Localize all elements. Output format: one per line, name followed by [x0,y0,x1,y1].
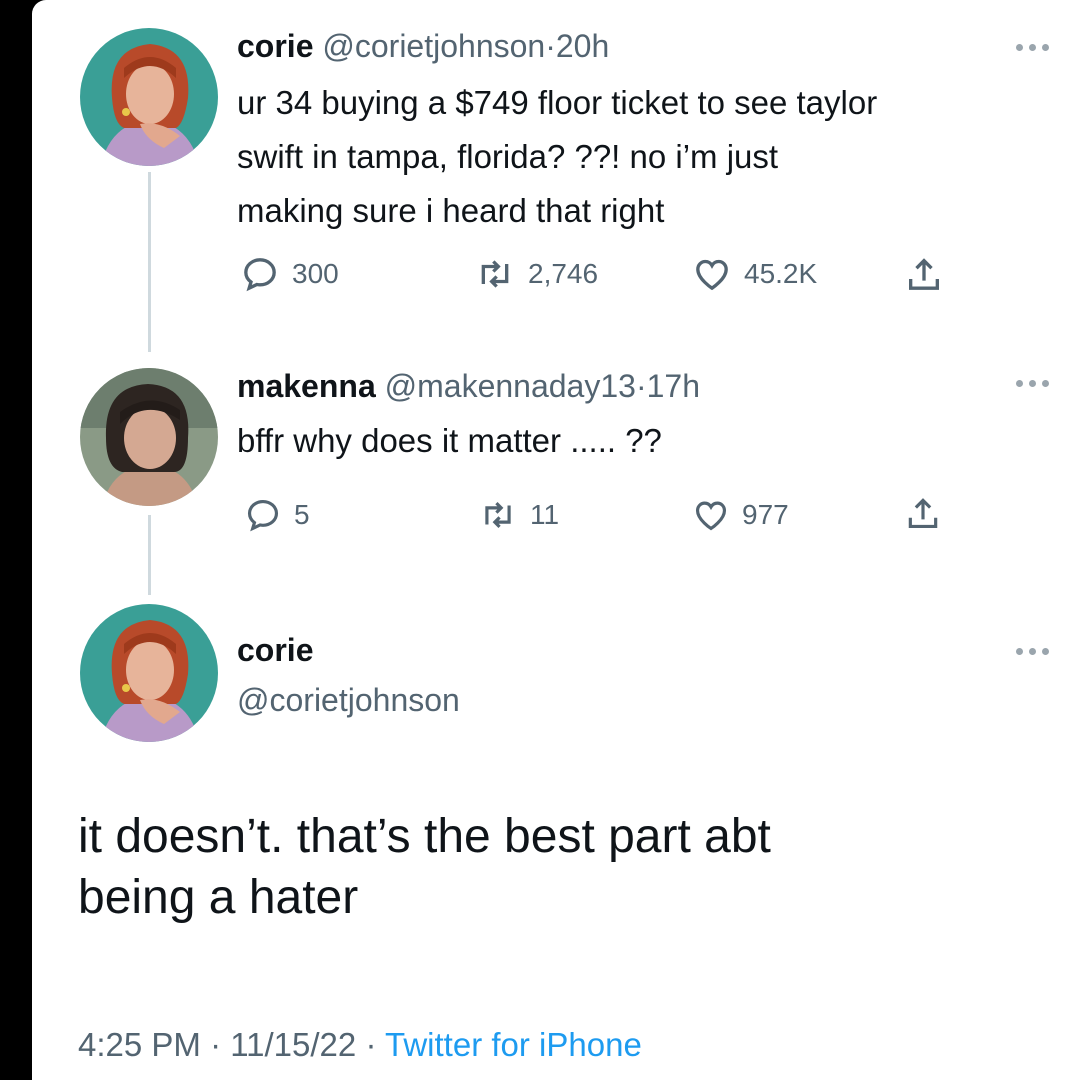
user-handle[interactable]: @makennaday13 [385,368,636,404]
avatar[interactable] [80,28,218,166]
tweet-header: corie @corietjohnson·20h [237,28,609,65]
retweet-icon [481,260,509,288]
retweet-button[interactable]: 2,746 [474,254,598,294]
heart-icon [696,259,728,291]
avatar[interactable] [80,604,218,742]
share-button[interactable] [904,492,942,534]
reply-icon [244,258,276,292]
heart-icon [695,501,727,531]
timestamp[interactable]: 17h [647,368,700,404]
tweet-text: bffr why does it matter ..... ?? [237,414,662,468]
like-button[interactable]: 45.2K [692,254,817,294]
share-icon [908,498,938,529]
source-link[interactable]: Twitter for iPhone [385,1026,642,1063]
display-name[interactable]: corie [237,632,313,669]
retweet-icon [485,502,511,528]
separator: · [545,28,556,64]
tweet-header: makenna @makennaday13·17h [237,368,700,405]
share-button[interactable] [904,252,944,296]
share-icon [909,258,939,290]
thread-connector [148,515,151,595]
tweet-metadata: 4:25 PM · 11/15/22 · Twitter for iPhone [78,1026,642,1064]
date[interactable]: 11/15/22 [230,1026,356,1063]
reply-count: 5 [294,499,310,530]
like-count: 977 [742,499,789,530]
reply-button[interactable]: 300 [240,254,339,294]
timestamp[interactable]: 20h [556,28,609,64]
reply-count: 300 [292,258,339,289]
tweet-thread: corie @corietjohnson·20h ur 34 buying a … [32,0,1080,1080]
user-handle[interactable]: @corietjohnson [322,28,545,64]
retweet-count: 11 [530,499,560,530]
more-icon[interactable] [1016,376,1056,390]
separator: · [210,1026,222,1063]
tweet-text: it doesn’t. that’s the best part abt bei… [78,806,1038,928]
timestamp[interactable]: 4:25 PM [78,1026,201,1063]
tweet-text-line: making sure i heard that right [237,192,665,229]
display-name[interactable]: makenna [237,368,376,404]
retweet-count: 2,746 [528,258,599,289]
separator: · [365,1026,377,1063]
tweet-text-line: it doesn’t. that’s the best part abt [78,810,771,863]
reply-icon [247,499,279,532]
user-handle[interactable]: @corietjohnson [237,682,460,719]
more-icon[interactable] [1016,644,1056,658]
tweet-text-line: ur 34 buying a $749 floor ticket to see … [237,84,878,121]
like-count: 45.2K [744,258,818,289]
like-button[interactable]: 977 [692,496,789,534]
tweet-text: ur 34 buying a $749 floor ticket to see … [237,76,877,238]
tweet-text-line: bffr why does it matter ..... ?? [237,422,662,459]
tweet-text-line: swift in tampa, florida? ??! no i’m just [237,138,779,175]
display-name[interactable]: corie [237,28,313,64]
tweet-text-line: being a hater [78,871,359,924]
avatar[interactable] [80,368,218,506]
separator: · [635,368,647,404]
retweet-button[interactable]: 11 [478,496,559,534]
thread-connector [148,172,151,352]
more-icon[interactable] [1016,40,1056,54]
reply-button[interactable]: 5 [244,496,310,534]
